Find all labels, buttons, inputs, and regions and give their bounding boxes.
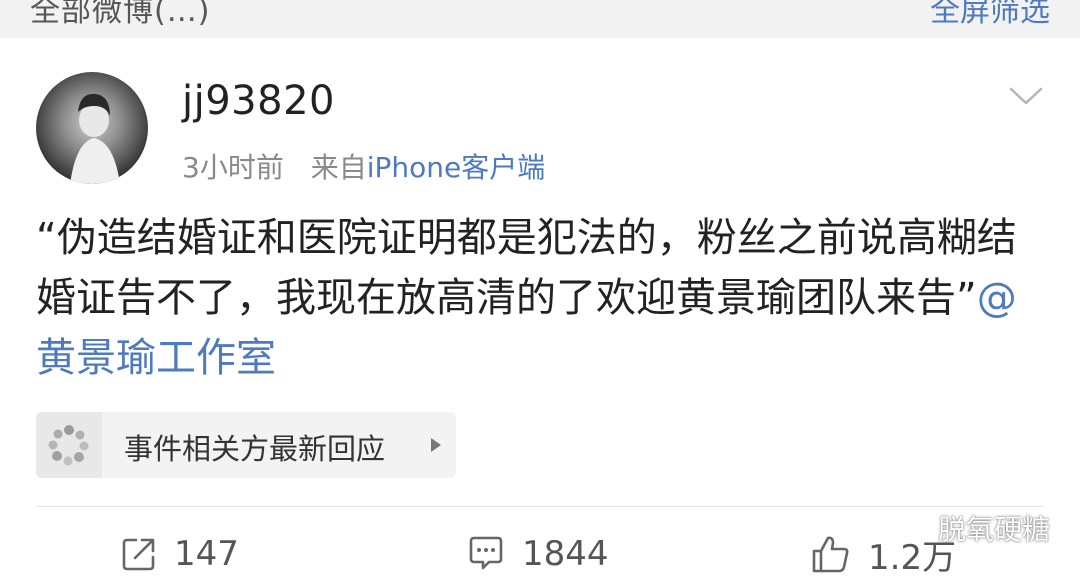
spinner-icon (48, 425, 89, 466)
source-prefix: 来自 (310, 151, 367, 184)
source-name[interactable]: iPhone客户端 (367, 151, 546, 184)
watermark: 脱氧硬糖 (896, 508, 1050, 548)
comment-button[interactable]: 1844 (466, 532, 609, 576)
thumbs-up-icon (812, 536, 849, 573)
comment-count: 1844 (522, 534, 609, 574)
username[interactable]: jj93820 (182, 78, 335, 124)
repost-button[interactable]: 147 (120, 532, 239, 576)
comment-icon (469, 536, 503, 570)
event-icon-box (36, 412, 102, 478)
filter-label[interactable]: 全部微博(…) (30, 0, 210, 30)
post-meta: 3小时前 来自iPhone客户端 (182, 146, 545, 186)
repost-icon (122, 538, 155, 571)
event-card[interactable]: 事件相关方最新回应 (36, 412, 456, 478)
post-text: “伪造结婚证和医院证明都是犯法的，粉丝之前说高糊结婚证告不了，我现在放高清的了欢… (36, 215, 1017, 321)
wechat-icon (896, 515, 928, 541)
event-card-label: 事件相关方最新回应 (124, 432, 386, 466)
divider (36, 506, 1044, 507)
filter-button[interactable]: 全屏筛选 (930, 0, 1050, 30)
top-bar: 全部微博(…) 全屏筛选 (0, 0, 1080, 38)
post-time: 3小时前 (182, 151, 284, 184)
post-body: “伪造结婚证和医院证明都是犯法的，粉丝之前说高糊结婚证告不了，我现在放高清的了欢… (36, 208, 1046, 388)
triangle-right-icon (431, 438, 441, 452)
chevron-down-icon[interactable] (1008, 84, 1044, 108)
watermark-text: 脱氧硬糖 (937, 513, 1050, 546)
repost-count: 147 (174, 534, 239, 574)
avatar[interactable] (36, 72, 148, 184)
